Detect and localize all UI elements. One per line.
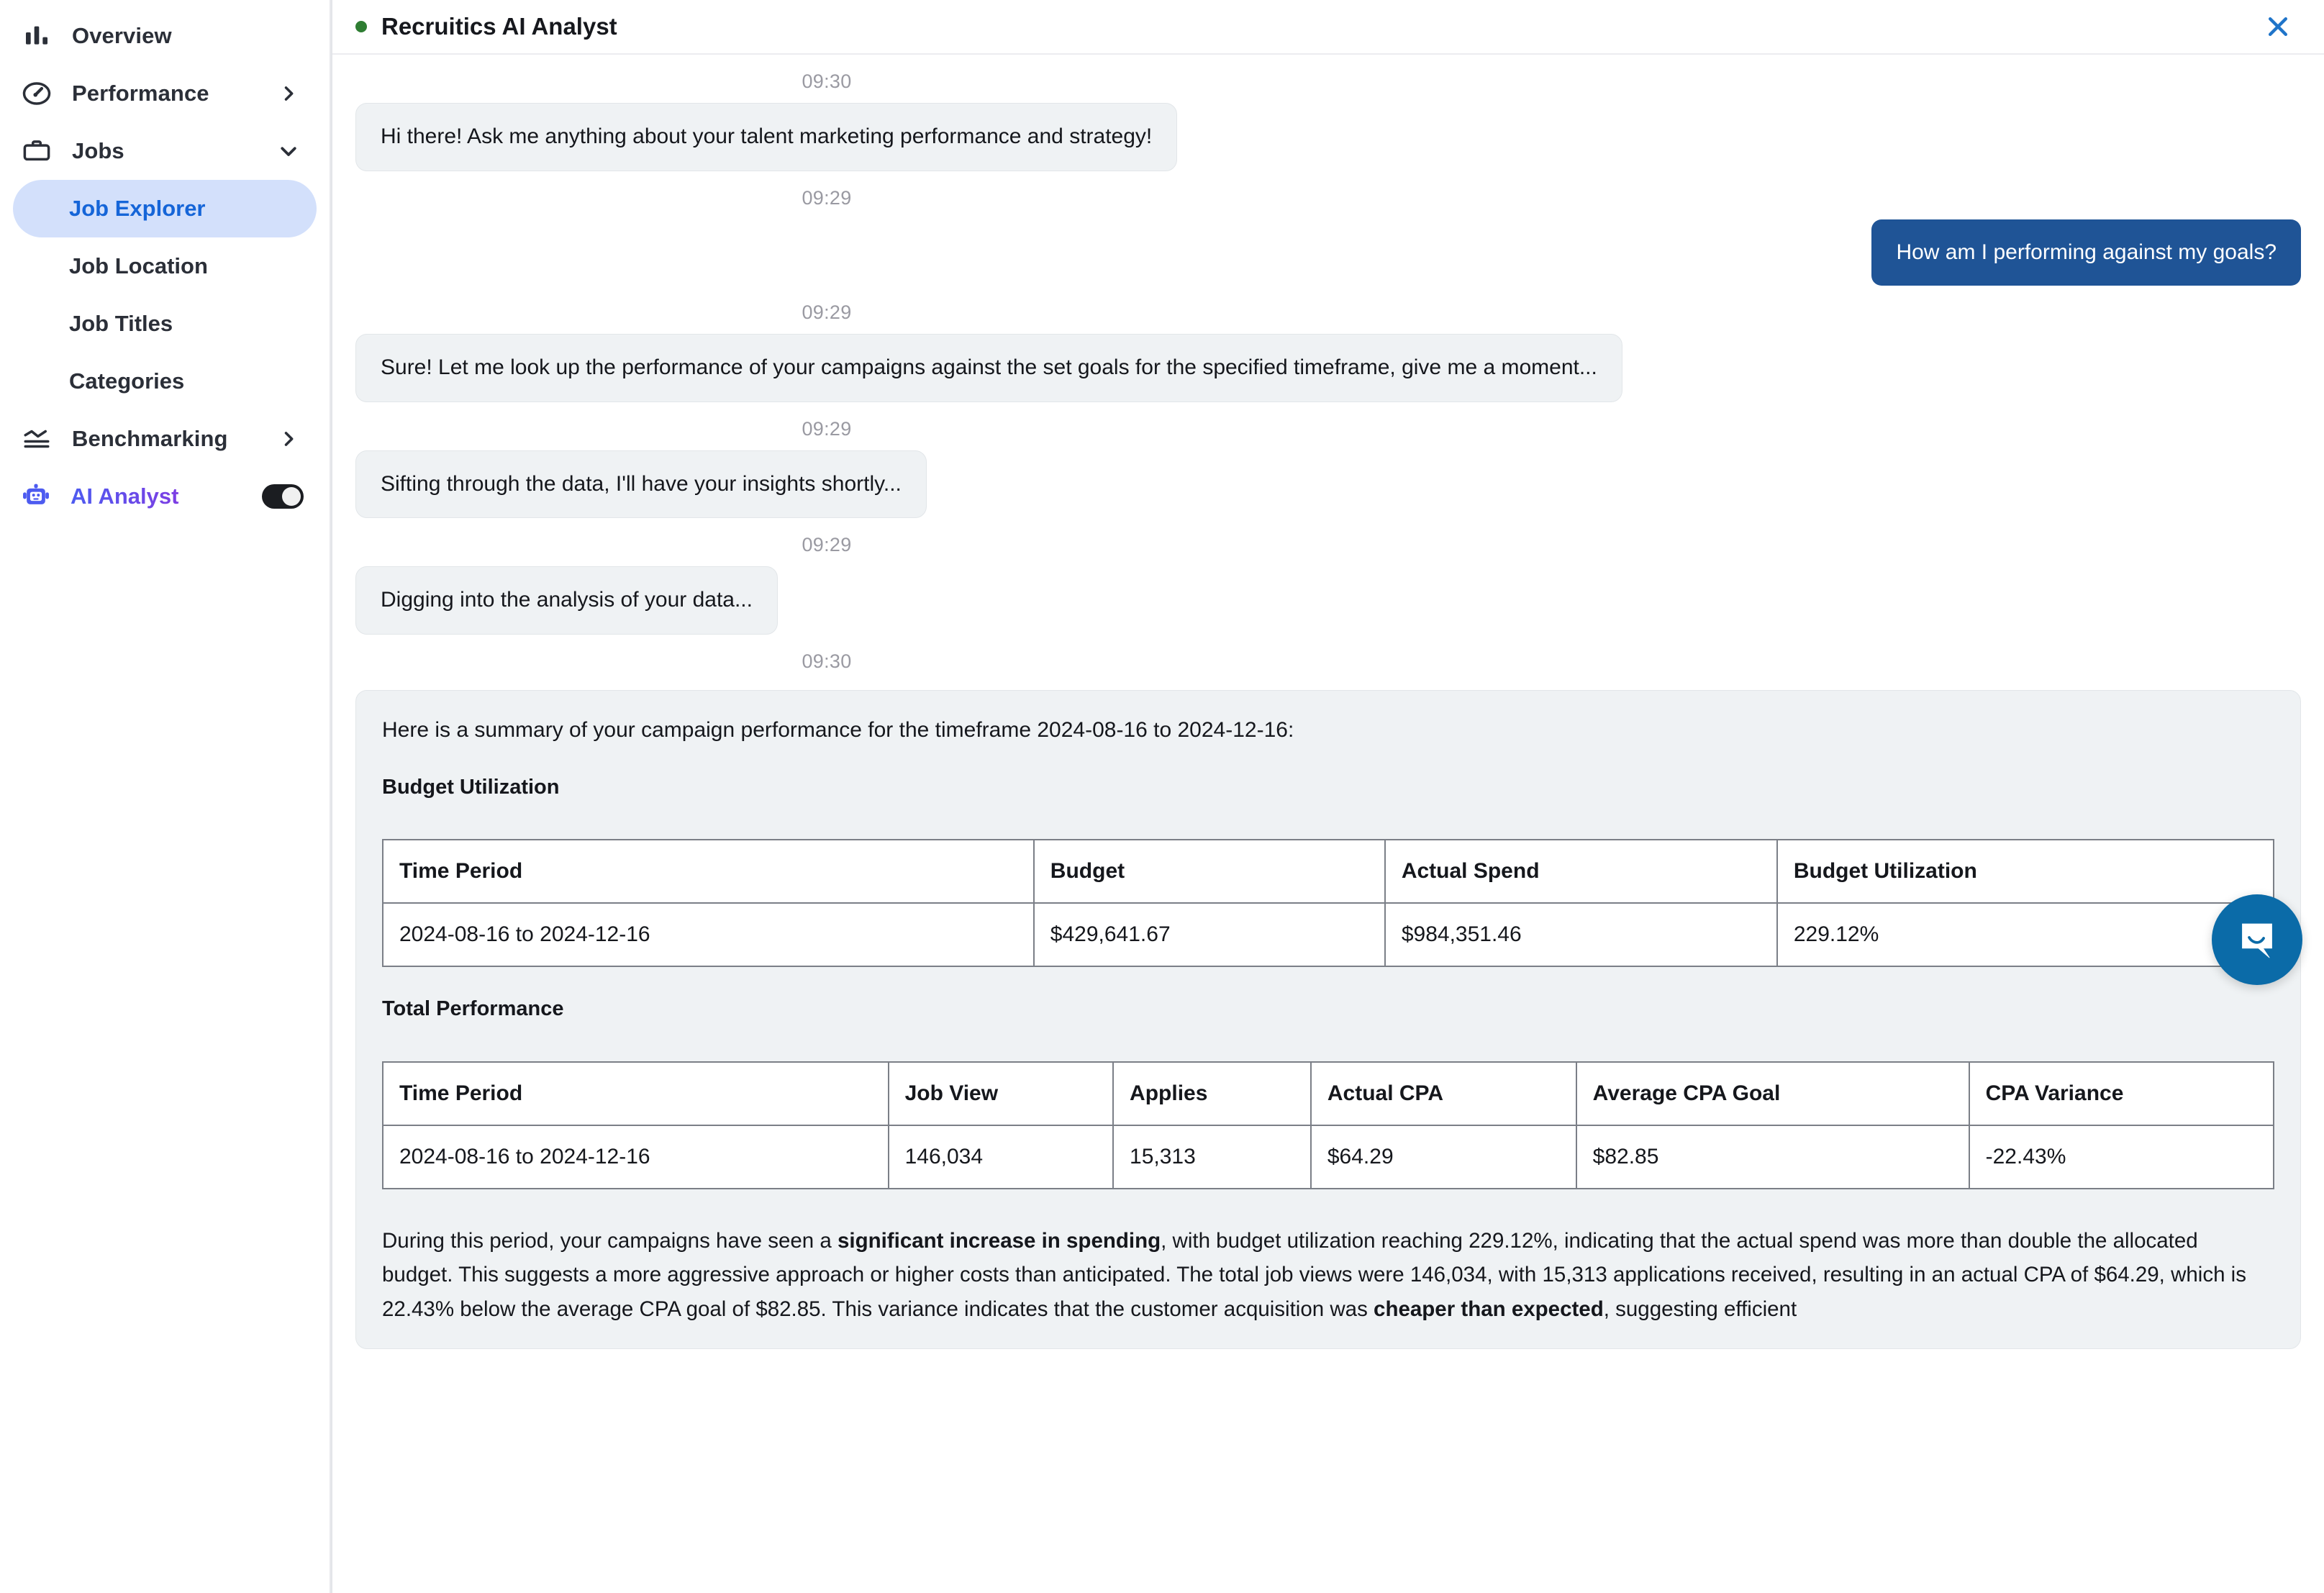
sidebar-item-job-titles[interactable]: Job Titles: [13, 295, 317, 353]
chat-smile-icon: [2233, 914, 2281, 966]
budget-utilization-table: Time Period Budget Actual Spend Budget U…: [382, 839, 2275, 968]
message-row: Sifting through the data, I'll have your…: [355, 450, 2301, 518]
sidebar-item-benchmarking[interactable]: Benchmarking: [0, 410, 330, 468]
sidebar-subitem-label: Categories: [69, 368, 185, 394]
paragraph-bold-2: cheaper than expected: [1374, 1297, 1604, 1322]
sidebar-item-label: AI Analyst: [71, 484, 243, 509]
sidebar-item-label: Benchmarking: [72, 426, 228, 451]
bot-message-bubble: Sure! Let me look up the performance of …: [355, 334, 1622, 402]
summary-paragraph: During this period, your campaigns have …: [382, 1224, 2274, 1327]
paragraph-text-3: , suggesting efficient: [1603, 1297, 1797, 1322]
column-header: Applies: [1112, 1061, 1312, 1126]
cell-cpa-variance: -22.43%: [1968, 1124, 2275, 1189]
message-timestamp: 09:29: [802, 417, 852, 440]
total-performance-table: Time Period Job View Applies Actual CPA …: [382, 1061, 2275, 1189]
total-performance-title: Total Performance: [382, 997, 564, 1021]
message-timestamp: 09:29: [802, 534, 852, 555]
panel-header: Recruitics AI Analyst: [332, 0, 2324, 55]
sidebar: Overview Performance Jobs Job Explorer J…: [0, 0, 331, 1593]
cell-time-period: 2024-08-16 to 2024-12-16: [382, 1124, 889, 1189]
sidebar-item-categories[interactable]: Categories: [13, 353, 317, 410]
column-header: Average CPA Goal: [1575, 1061, 1970, 1126]
cell-actual-cpa: $64.29: [1309, 1124, 1577, 1189]
cell-actual-spend: $984,351.46: [1384, 902, 1778, 968]
table-header-row: Time Period Budget Actual Spend Budget U…: [382, 839, 2275, 904]
message-timestamp: 09:30: [802, 71, 852, 92]
benchmark-icon: [20, 422, 53, 455]
robot-icon: [20, 479, 52, 514]
sidebar-item-job-location[interactable]: Job Location: [13, 237, 317, 295]
intercom-messenger-button[interactable]: [2212, 894, 2302, 985]
column-header: Budget: [1032, 839, 1386, 904]
table-row: 2024-08-16 to 2024-12-16 146,034 15,313 …: [382, 1124, 2275, 1189]
page-title: Recruitics AI Analyst: [381, 13, 617, 40]
user-message-bubble: How am I performing against my goals?: [1871, 219, 2301, 286]
paragraph-text-1: During this period, your campaigns have …: [382, 1228, 838, 1253]
briefcase-icon: [20, 135, 53, 168]
sidebar-item-label: Overview: [72, 23, 172, 48]
cell-applies: 15,313: [1112, 1124, 1312, 1189]
chat-transcript[interactable]: 09:30 Hi there! Ask me anything about yo…: [332, 55, 2324, 1593]
ai-analyst-panel: Recruitics AI Analyst 09:30 Hi there! As…: [331, 0, 2324, 1593]
ai-analyst-toggle[interactable]: [262, 484, 304, 509]
column-header: Time Period: [382, 839, 1035, 904]
sidebar-item-overview[interactable]: Overview: [0, 7, 330, 65]
summary-report-card: Here is a summary of your campaign perfo…: [355, 689, 2301, 1350]
message-timestamp: 09:30: [802, 650, 852, 672]
message-timestamp: 09:29: [802, 301, 852, 323]
cell-time-period: 2024-08-16 to 2024-12-16: [382, 902, 1035, 968]
sidebar-item-jobs[interactable]: Jobs: [0, 122, 330, 180]
column-header: Budget Utilization: [1776, 839, 2275, 904]
message-row: Digging into the analysis of your data..…: [355, 566, 2301, 635]
sidebar-subitem-label: Job Location: [69, 253, 208, 278]
cell-job-view: 146,034: [887, 1124, 1115, 1189]
speedometer-icon: [20, 77, 53, 110]
status-online-dot: [355, 21, 367, 32]
message-row: How am I performing against my goals?: [355, 219, 2301, 286]
close-icon[interactable]: [2258, 6, 2298, 47]
cell-budget: $429,641.67: [1032, 902, 1386, 968]
table-header-row: Time Period Job View Applies Actual CPA …: [382, 1061, 2275, 1126]
summary-intro: Here is a summary of your campaign perfo…: [382, 717, 1294, 742]
sidebar-subitem-label: Job Explorer: [69, 196, 206, 221]
bot-message-bubble: Digging into the analysis of your data..…: [355, 566, 778, 635]
chevron-right-icon: [276, 427, 301, 451]
column-header: Time Period: [382, 1061, 889, 1126]
sidebar-item-label: Performance: [72, 81, 209, 106]
chevron-right-icon: [276, 81, 301, 106]
column-header: Job View: [887, 1061, 1115, 1126]
cell-budget-utilization: 229.12%: [1776, 902, 2275, 968]
message-timestamp: 09:29: [802, 186, 852, 209]
message-row: Hi there! Ask me anything about your tal…: [355, 103, 2301, 171]
column-header: CPA Variance: [1968, 1061, 2275, 1126]
cell-average-cpa-goal: $82.85: [1575, 1124, 1970, 1189]
bot-message-bubble: Sifting through the data, I'll have your…: [355, 450, 927, 518]
column-header: Actual Spend: [1384, 839, 1778, 904]
no-chevron: [276, 24, 301, 48]
chevron-down-icon: [276, 139, 301, 163]
sidebar-item-performance[interactable]: Performance: [0, 65, 330, 122]
sidebar-subitem-label: Job Titles: [69, 311, 173, 336]
app-root: Overview Performance Jobs Job Explorer J…: [0, 0, 2324, 1593]
bar-chart-icon: [20, 19, 53, 53]
message-row: Sure! Let me look up the performance of …: [355, 334, 2301, 402]
paragraph-bold-1: significant increase in spending: [837, 1228, 1161, 1253]
column-header: Actual CPA: [1309, 1061, 1577, 1126]
budget-utilization-title: Budget Utilization: [382, 775, 560, 799]
sidebar-item-label: Jobs: [72, 138, 124, 163]
sidebar-item-job-explorer[interactable]: Job Explorer: [13, 180, 317, 237]
sidebar-item-ai-analyst[interactable]: AI Analyst: [0, 468, 330, 525]
bot-message-bubble: Hi there! Ask me anything about your tal…: [355, 103, 1178, 171]
table-row: 2024-08-16 to 2024-12-16 $429,641.67 $98…: [382, 902, 2275, 968]
